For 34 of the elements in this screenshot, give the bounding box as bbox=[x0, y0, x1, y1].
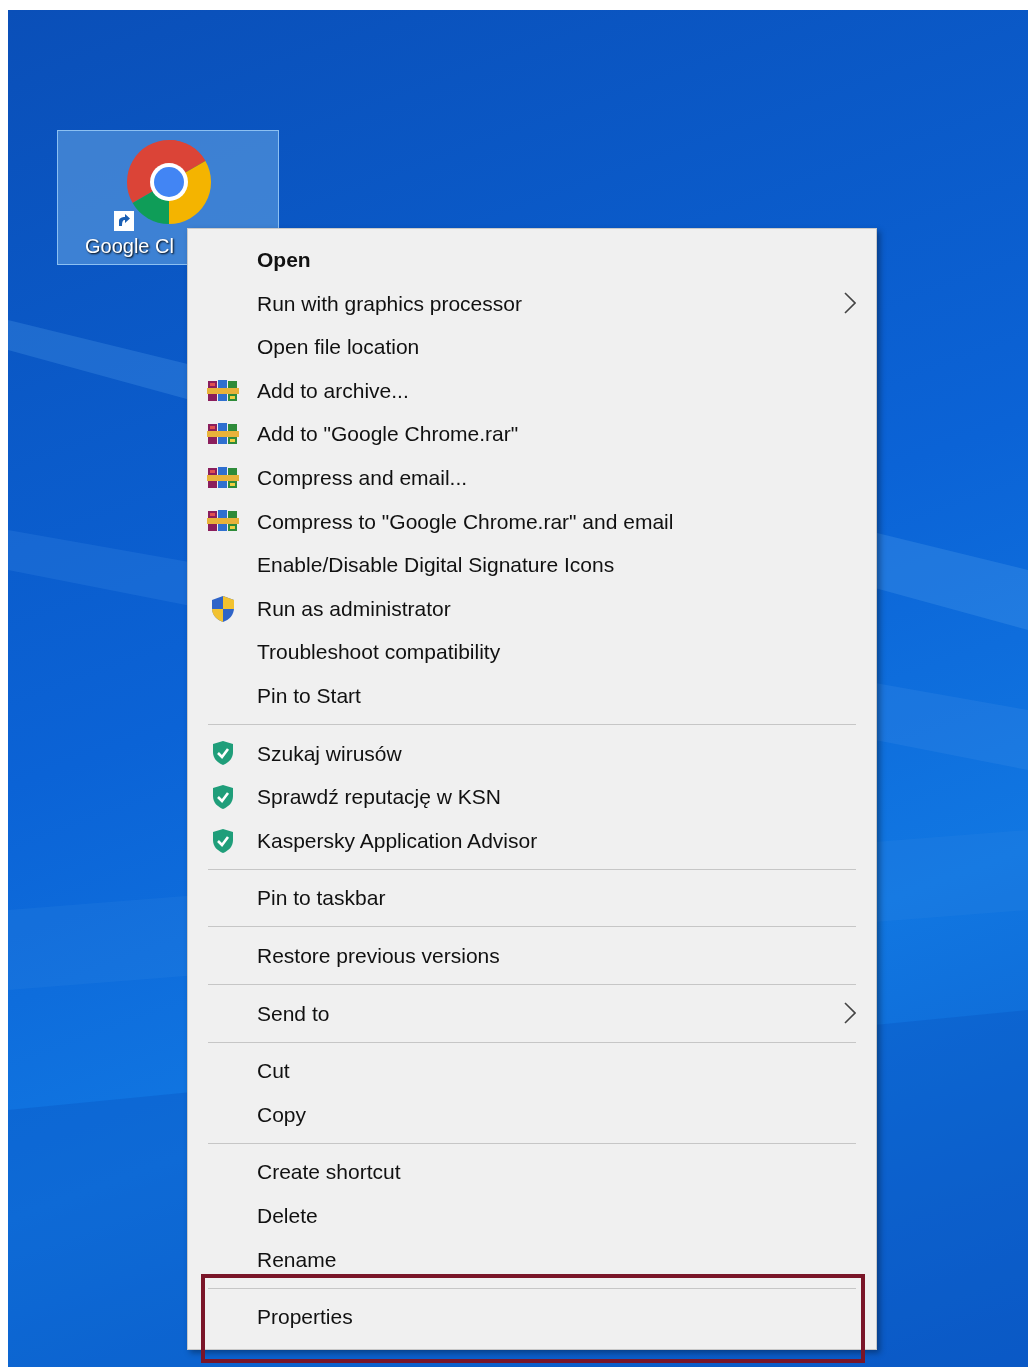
menu-item[interactable]: Properties bbox=[188, 1295, 876, 1339]
menu-item[interactable]: Add to archive... bbox=[188, 368, 876, 413]
check-shield-icon bbox=[211, 740, 235, 767]
menu-item[interactable]: Kaspersky Application Advisor bbox=[188, 818, 876, 863]
menu-item[interactable]: Compress to "Google Chrome.rar" and email bbox=[188, 499, 876, 544]
check-shield-icon bbox=[211, 783, 235, 810]
menu-item[interactable]: Enable/Disable Digital Signature Icons bbox=[188, 543, 876, 587]
books-icon bbox=[207, 509, 239, 534]
menu-item[interactable]: Add to "Google Chrome.rar" bbox=[188, 412, 876, 456]
books-icon bbox=[207, 378, 239, 403]
menu-item[interactable]: Szukaj wirusów bbox=[188, 731, 876, 776]
menu-item[interactable]: Delete bbox=[188, 1193, 876, 1238]
chevron-right-icon bbox=[844, 1002, 856, 1025]
chevron-right-icon bbox=[844, 292, 856, 315]
books-icon bbox=[207, 465, 239, 490]
menu-item[interactable]: Rename bbox=[188, 1237, 876, 1282]
menu-item[interactable]: Troubleshoot compatibility bbox=[188, 630, 876, 674]
menu-item[interactable]: Restore previous versions bbox=[188, 933, 876, 978]
menu-item[interactable]: Run with graphics processor bbox=[188, 281, 876, 326]
menu-item[interactable]: Pin to Start bbox=[188, 673, 876, 718]
menu-item[interactable]: Open file location bbox=[188, 325, 876, 369]
menu-item[interactable]: Cut bbox=[188, 1049, 876, 1093]
check-shield-icon bbox=[211, 827, 235, 854]
shortcut-label: Google Cl bbox=[85, 234, 174, 259]
menu-item[interactable]: Copy bbox=[188, 1092, 876, 1137]
menu-item[interactable]: Pin to taskbar bbox=[188, 876, 876, 920]
shield-icon bbox=[210, 594, 236, 623]
books-icon bbox=[207, 422, 239, 447]
menu-item[interactable]: Compress and email... bbox=[188, 455, 876, 500]
menu-item[interactable]: Send to bbox=[188, 991, 876, 1036]
menu-item[interactable]: Create shortcut bbox=[188, 1150, 876, 1194]
menu-item[interactable]: Run as administrator bbox=[188, 586, 876, 631]
menu-item[interactable]: Sprawdź reputację w KSN bbox=[188, 775, 876, 819]
browser-logo-icon bbox=[124, 137, 214, 227]
